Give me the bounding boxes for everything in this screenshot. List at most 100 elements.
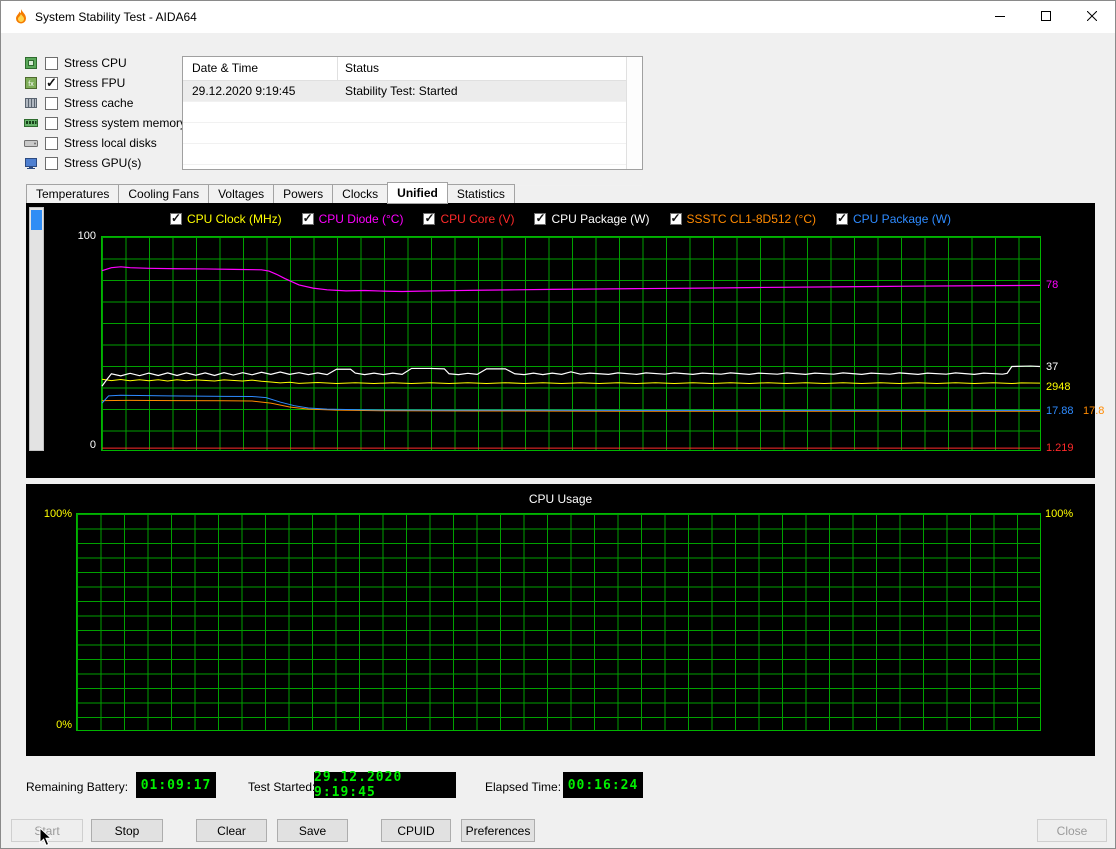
stress-row-fpu[interactable]: fx Stress FPU <box>23 73 186 93</box>
close-icon <box>1086 10 1098 24</box>
chart-scrollbar-track[interactable] <box>29 207 44 451</box>
mouse-cursor <box>39 826 53 848</box>
preferences-button[interactable]: Preferences <box>461 819 535 842</box>
tab-statistics[interactable]: Statistics <box>446 184 515 204</box>
gpu-icon <box>23 155 39 171</box>
current-value-label: 17.88 <box>1046 405 1074 417</box>
elapsed-time-label: Elapsed Time: <box>485 780 562 794</box>
stress-row-cpu[interactable]: Stress CPU <box>23 53 186 73</box>
stress-memory-checkbox[interactable] <box>45 116 58 130</box>
series-line <box>102 400 1040 411</box>
flame-icon <box>12 8 30 26</box>
stress-memory-label: Stress system memory <box>64 116 187 130</box>
cpu-icon <box>23 55 39 71</box>
stress-fpu-label: Stress FPU <box>64 76 126 90</box>
stop-button[interactable]: Stop <box>91 819 163 842</box>
test-started-value: 29.12.2020 9:19:45 <box>314 770 456 800</box>
tab-cooling-fans[interactable]: Cooling Fans <box>118 184 210 204</box>
unified-plot-area <box>101 236 1041 451</box>
clear-button[interactable]: Clear <box>196 819 267 842</box>
titlebar[interactable]: System Stability Test - AIDA64 <box>1 1 1115 33</box>
window-title: System Stability Test - AIDA64 <box>35 10 197 24</box>
unified-chart-panel: CPU Clock (MHz) CPU Diode (°C) CPU Core … <box>26 203 1104 478</box>
stress-cpu-checkbox[interactable] <box>45 56 58 70</box>
current-value-label: 78 <box>1046 278 1059 291</box>
svg-text:fx: fx <box>28 81 34 88</box>
tab-temperatures[interactable]: Temperatures <box>26 184 120 204</box>
cache-icon <box>23 95 39 111</box>
legend-item-cpu-package-2[interactable]: CPU Package (W) <box>836 211 951 226</box>
legend-label-cpu-core: CPU Core (V) <box>440 212 515 226</box>
legend-label-cpu-diode: CPU Diode (°C) <box>318 212 404 226</box>
tab-clocks[interactable]: Clocks <box>332 184 389 204</box>
cpuid-button[interactable]: CPUID <box>381 819 451 842</box>
series-line <box>102 379 1040 383</box>
elapsed-time-value: 00:16:24 <box>563 772 643 798</box>
stress-row-gpu[interactable]: Stress GPU(s) <box>23 153 186 173</box>
tab-voltages[interactable]: Voltages <box>208 184 275 204</box>
unified-right-values: 78 37 2948 17.88 17.8 1.219 <box>1046 236 1115 454</box>
close-window-button[interactable] <box>1069 1 1115 33</box>
unified-plot-svg <box>102 237 1040 450</box>
stress-gpu-checkbox[interactable] <box>45 156 58 170</box>
stress-gpu-label: Stress GPU(s) <box>64 156 142 170</box>
legend-checkbox-cpu-package-2[interactable] <box>836 211 849 225</box>
unified-legend: CPU Clock (MHz) CPU Diode (°C) CPU Core … <box>96 211 1025 227</box>
memory-icon <box>23 115 39 131</box>
log-row[interactable]: 29.12.2020 9:19:45 Stability Test: Start… <box>183 81 642 102</box>
legend-checkbox-cpu-package[interactable] <box>534 211 547 225</box>
tab-bar: Temperatures Cooling Fans Voltages Power… <box>26 182 515 204</box>
legend-item-cpu-clock[interactable]: CPU Clock (MHz) <box>169 211 282 226</box>
log-table-header: Date & Time Status <box>183 57 642 81</box>
stress-fpu-checkbox[interactable] <box>45 75 58 91</box>
log-row-empty <box>183 102 642 123</box>
stress-disks-checkbox[interactable] <box>45 136 58 150</box>
current-value-label: 1.219 <box>1046 441 1074 454</box>
stress-options-list: Stress CPU fx Stress FPU Stress cache St… <box>23 53 186 173</box>
maximize-icon <box>1041 10 1051 24</box>
stress-disks-label: Stress local disks <box>64 136 157 150</box>
stress-row-disks[interactable]: Stress local disks <box>23 133 186 153</box>
remaining-battery-value: 01:09:17 <box>136 772 216 798</box>
tab-powers[interactable]: Powers <box>273 184 334 204</box>
legend-label-cpu-clock: CPU Clock (MHz) <box>186 212 282 226</box>
test-started-label: Test Started: <box>248 780 316 794</box>
cpu-usage-plot-area <box>76 513 1041 731</box>
legend-checkbox-ssstc[interactable] <box>669 211 682 225</box>
app-window: System Stability Test - AIDA64 Stress CP… <box>0 0 1116 849</box>
minimize-icon <box>995 10 1005 24</box>
log-row-empty <box>183 123 642 144</box>
current-value-label: 37 <box>1046 361 1059 374</box>
legend-item-cpu-diode[interactable]: CPU Diode (°C) <box>301 211 404 226</box>
log-row-datetime: 29.12.2020 9:19:45 <box>192 84 296 98</box>
maximize-button[interactable] <box>1023 1 1069 33</box>
usage-top-right-label: 100% <box>1045 508 1074 520</box>
column-header-datetime[interactable]: Date & Time <box>183 57 338 80</box>
minimize-button[interactable] <box>977 1 1023 33</box>
current-value-label: 17.8 <box>1083 405 1105 417</box>
legend-checkbox-cpu-clock[interactable] <box>169 211 182 225</box>
cpu-usage-chart-panel: CPU Usage 100% 100% 0% <box>26 484 1095 756</box>
stress-cache-checkbox[interactable] <box>45 96 58 110</box>
tab-unified[interactable]: Unified <box>387 182 448 204</box>
legend-checkbox-cpu-diode[interactable] <box>301 211 314 225</box>
chart-scrollbar-thumb[interactable] <box>31 210 42 230</box>
usage-top-left-label: 100% <box>43 508 72 520</box>
stress-row-cache[interactable]: Stress cache <box>23 93 186 113</box>
column-header-status[interactable]: Status <box>338 57 642 80</box>
series-line <box>102 267 1040 292</box>
series-line <box>102 395 1040 410</box>
stress-cpu-label: Stress CPU <box>64 56 127 70</box>
legend-checkbox-cpu-core[interactable] <box>423 211 436 225</box>
legend-item-cpu-package[interactable]: CPU Package (W) <box>534 211 650 226</box>
stress-cache-label: Stress cache <box>64 96 134 110</box>
y-axis-max-label: 100 <box>77 230 96 242</box>
log-table: Date & Time Status 29.12.2020 9:19:45 St… <box>182 56 643 186</box>
legend-label-ssstc: SSSTC CL1-8D512 (°C) <box>686 212 817 226</box>
legend-item-ssstc[interactable]: SSSTC CL1-8D512 (°C) <box>669 211 817 226</box>
save-button[interactable]: Save <box>277 819 348 842</box>
stress-row-memory[interactable]: Stress system memory <box>23 113 186 133</box>
legend-item-cpu-core[interactable]: CPU Core (V) <box>423 211 515 226</box>
log-row-empty <box>183 144 642 165</box>
log-table-scrollbar[interactable] <box>626 57 642 169</box>
